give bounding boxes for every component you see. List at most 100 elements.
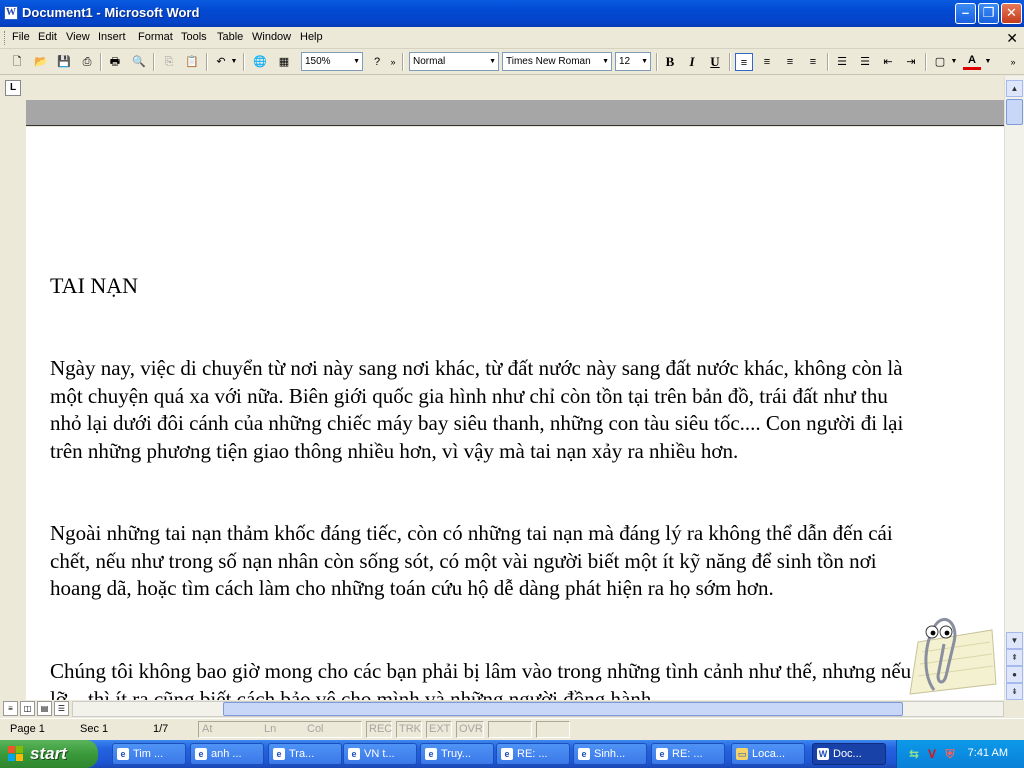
- permission-icon[interactable]: ⎙: [78, 53, 96, 71]
- taskbar-item[interactable]: e Tim ...: [112, 743, 186, 765]
- menu-insert[interactable]: Insert: [98, 31, 126, 43]
- web-layout-icon[interactable]: ◫: [20, 701, 35, 716]
- new-document-icon[interactable]: 🗋: [8, 53, 26, 71]
- bullet-list-icon[interactable]: ☰: [856, 53, 874, 71]
- toolbar-separator: [656, 53, 658, 71]
- close-button[interactable]: ✕: [1001, 3, 1022, 24]
- antivirus-icon[interactable]: V: [925, 747, 939, 761]
- clock[interactable]: 7:41 AM: [968, 747, 1008, 759]
- taskbar-item[interactable]: e anh ...: [190, 743, 264, 765]
- restore-button[interactable]: ❐: [978, 3, 999, 24]
- start-button[interactable]: start: [0, 740, 98, 768]
- taskbar-item[interactable]: e VN t...: [343, 743, 417, 765]
- scroll-up-icon[interactable]: ▲: [1006, 80, 1023, 97]
- zoom-select[interactable]: 150% ▼: [301, 52, 363, 71]
- taskbar-item[interactable]: e RE: ...: [651, 743, 725, 765]
- status-spelling-box[interactable]: [536, 721, 570, 738]
- vertical-scrollbar[interactable]: ▲ ▼ ⇞ ● ⇟: [1004, 76, 1024, 700]
- font-color-icon[interactable]: A: [963, 53, 981, 70]
- toolbar-separator: [206, 53, 208, 71]
- align-left-icon[interactable]: ≡: [735, 53, 753, 71]
- insert-table-icon[interactable]: ▦: [275, 53, 293, 71]
- taskbar-item[interactable]: e Tra...: [268, 743, 342, 765]
- taskbar-item-word[interactable]: W Doc...: [812, 743, 886, 765]
- windows-logo-icon: [8, 746, 23, 761]
- italic-button[interactable]: I: [683, 53, 701, 71]
- tab-selector-icon[interactable]: L: [5, 80, 21, 96]
- font-size-value: 12: [619, 56, 631, 67]
- word-app-icon[interactable]: W: [4, 6, 18, 20]
- next-page-icon[interactable]: ⇟: [1006, 683, 1023, 700]
- status-page-count: 1/7: [153, 723, 169, 735]
- status-ext[interactable]: EXT: [429, 723, 450, 735]
- taskbar-item-label: RE: ...: [672, 748, 703, 760]
- font-select[interactable]: Times New Roman ▼: [502, 52, 612, 71]
- toolbar-options-icon[interactable]: »: [388, 53, 398, 71]
- print-icon[interactable]: 🖶: [106, 53, 124, 71]
- menu-tools[interactable]: Tools: [181, 31, 207, 43]
- taskbar-item[interactable]: e RE: ...: [496, 743, 570, 765]
- undo-dropdown-icon[interactable]: ▼: [229, 53, 239, 71]
- print-preview-icon[interactable]: 🔍: [130, 53, 148, 71]
- undo-icon[interactable]: ↶: [212, 53, 230, 71]
- menu-edit[interactable]: Edit: [38, 31, 57, 43]
- menu-view[interactable]: View: [66, 31, 90, 43]
- taskbar-item-label: Truy...: [441, 748, 471, 760]
- print-layout-icon[interactable]: ▤: [37, 701, 52, 716]
- chevron-down-icon: ▼: [489, 58, 496, 65]
- status-rec[interactable]: REC: [369, 723, 392, 735]
- borders-icon[interactable]: ▢: [931, 53, 949, 71]
- normal-view-icon[interactable]: ≡: [3, 701, 18, 716]
- system-tray: ⇆ V ⛨ 7:41 AM: [896, 740, 1024, 768]
- underline-button[interactable]: U: [706, 53, 724, 71]
- minimize-button[interactable]: –: [955, 3, 976, 24]
- increase-indent-icon[interactable]: ⇥: [902, 53, 920, 71]
- paste-icon[interactable]: 📋: [183, 53, 201, 71]
- security-shield-icon[interactable]: ⛨: [943, 747, 957, 761]
- bold-button[interactable]: B: [661, 53, 679, 71]
- taskbar-item[interactable]: ▭ Loca...: [731, 743, 805, 765]
- menu-format[interactable]: Format: [138, 31, 173, 43]
- outline-view-icon[interactable]: ☰: [54, 701, 69, 716]
- document-close-icon[interactable]: ✕: [1006, 30, 1018, 47]
- save-icon[interactable]: 💾: [55, 53, 73, 71]
- copy-icon[interactable]: ⎘: [160, 53, 178, 71]
- title-bar[interactable]: W Document1 - Microsoft Word – ❐ ✕: [0, 0, 1024, 27]
- numbered-list-icon[interactable]: ☰: [833, 53, 851, 71]
- horizontal-scrollbar[interactable]: [72, 701, 1004, 717]
- style-select[interactable]: Normal ▼: [409, 52, 499, 71]
- hyperlink-icon[interactable]: 🌐: [251, 53, 269, 71]
- decrease-indent-icon[interactable]: ⇤: [879, 53, 897, 71]
- select-browse-object-icon[interactable]: ●: [1006, 666, 1023, 683]
- font-size-select[interactable]: 12 ▼: [615, 52, 651, 71]
- taskbar-item[interactable]: e Sinh...: [573, 743, 647, 765]
- open-folder-icon[interactable]: 📂: [32, 53, 50, 71]
- toolbar-separator: [153, 53, 155, 71]
- menu-window[interactable]: Window: [252, 31, 291, 43]
- previous-page-icon[interactable]: ⇞: [1006, 649, 1023, 666]
- chevron-down-icon: ▼: [353, 58, 360, 65]
- align-right-icon[interactable]: ≡: [781, 53, 799, 71]
- font-color-dropdown-icon[interactable]: ▼: [983, 53, 993, 71]
- borders-dropdown-icon[interactable]: ▼: [949, 53, 959, 71]
- menu-help[interactable]: Help: [300, 31, 323, 43]
- status-ovr[interactable]: OVR: [459, 723, 483, 735]
- toolbar-options-icon[interactable]: »: [1006, 53, 1020, 71]
- menubar-grip[interactable]: [4, 31, 7, 45]
- document-page[interactable]: TAI NẠN Ngày nay, việc di chuyển từ nơi …: [26, 127, 1004, 700]
- align-center-icon[interactable]: ≡: [758, 53, 776, 71]
- scroll-down-icon[interactable]: ▼: [1006, 632, 1023, 649]
- vertical-scroll-thumb[interactable]: [1006, 99, 1023, 125]
- horizontal-scroll-thumb[interactable]: [223, 702, 903, 716]
- browser-icon: e: [273, 748, 285, 760]
- office-assistant-clippy[interactable]: [900, 612, 1000, 700]
- help-icon[interactable]: ?: [368, 53, 386, 71]
- network-icon[interactable]: ⇆: [907, 747, 921, 761]
- font-value: Times New Roman: [506, 56, 591, 67]
- status-trk[interactable]: TRK: [399, 723, 421, 735]
- menu-file[interactable]: File: [12, 31, 30, 43]
- taskbar-item[interactable]: e Truy...: [420, 743, 494, 765]
- justify-icon[interactable]: ≡: [804, 53, 822, 71]
- menu-table[interactable]: Table: [217, 31, 243, 43]
- taskbar: start e Tim ... e anh ... e Tra... e VN t...…: [0, 740, 1024, 768]
